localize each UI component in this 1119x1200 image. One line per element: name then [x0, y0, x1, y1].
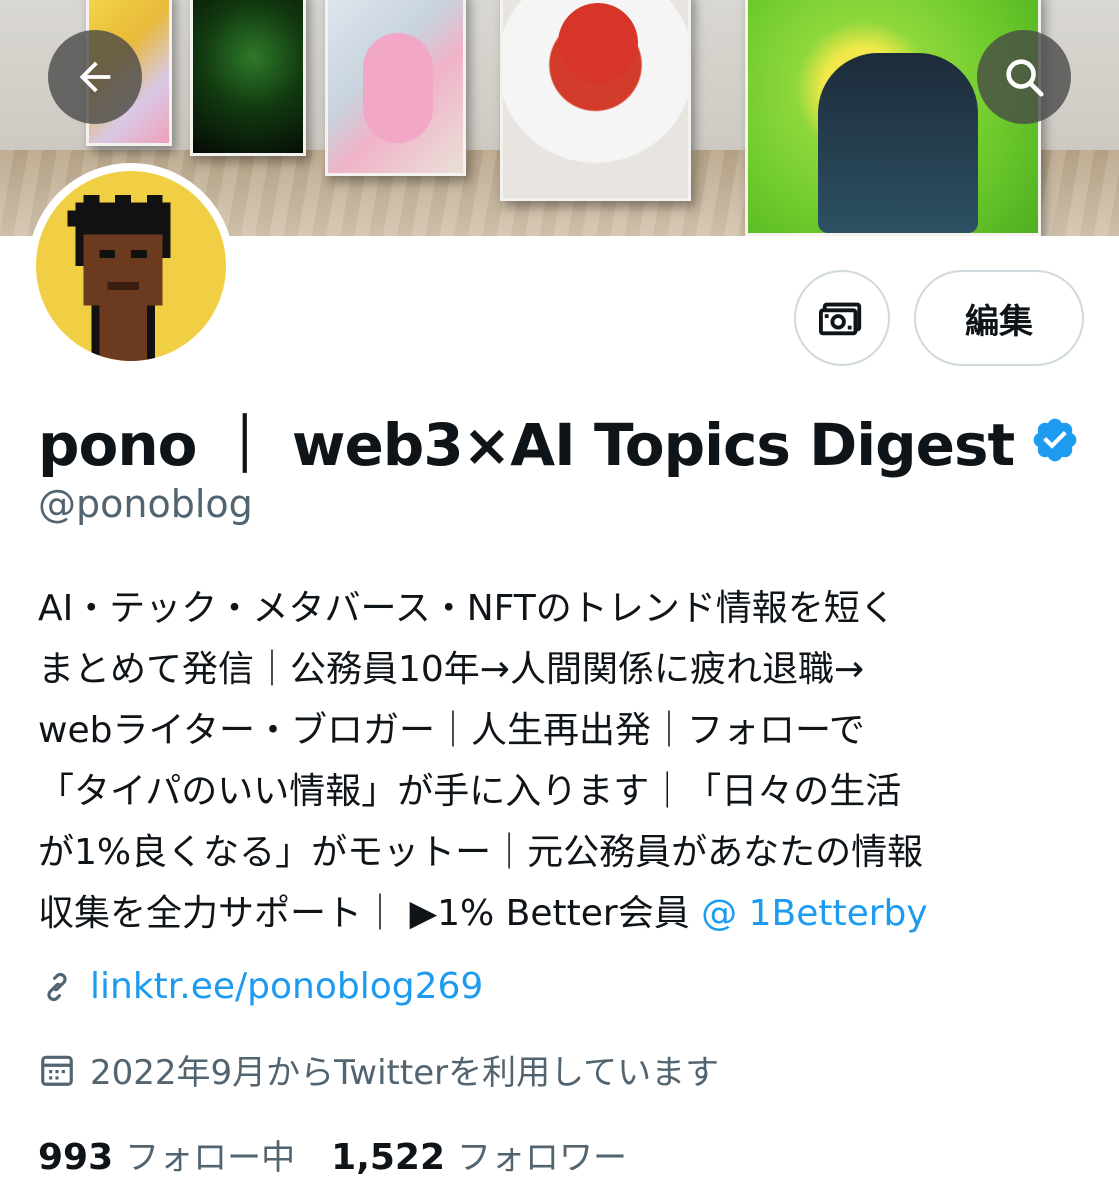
mention-link[interactable]: @ 1Betterby [701, 893, 928, 934]
banner-artwork-3 [325, 0, 466, 176]
joined-date-text: 2022年9月からTwitterを利用しています [90, 1053, 720, 1093]
arrow-left-icon [79, 61, 111, 93]
money-icon [819, 302, 862, 336]
search-button[interactable] [977, 30, 1071, 124]
display-name: pono ｜ web3×AI Topics Digest [38, 411, 1015, 479]
tip-button[interactable] [794, 270, 890, 366]
follow-stats: 993 フォロー中 1,522 フォロワー [38, 1130, 627, 1179]
edit-profile-button[interactable]: 編集 [914, 270, 1084, 366]
user-handle: @ponoblog [38, 482, 253, 526]
following-count: 993 [38, 1137, 114, 1178]
display-name-row: pono ｜ web3×AI Topics Digest [38, 398, 1080, 482]
joined-date-row: 2022年9月からTwitterを利用しています [38, 1045, 719, 1094]
bio-line: AI・テック・メタバース・NFTのトレンド情報を短く [38, 588, 896, 629]
search-icon [1006, 59, 1044, 97]
back-button[interactable] [48, 30, 142, 124]
followers-count: 1,522 [331, 1137, 446, 1178]
edit-profile-label: 編集 [965, 301, 1033, 342]
profile-link-row: linktr.ee/ponoblog269 [38, 966, 483, 1007]
avatar[interactable] [28, 163, 234, 369]
link-icon [47, 972, 67, 1001]
following-label: フォロー中 [125, 1138, 296, 1178]
banner-artwork-2 [190, 0, 306, 156]
bio-line: まとめて発信｜公務員10年→人間関係に疲れ退職→ [38, 649, 865, 690]
bio-line: 「タイパのいい情報」が手に入ります｜「日々の生活 [38, 771, 902, 812]
banner-character-figure [818, 53, 978, 233]
profile-website-link[interactable]: linktr.ee/ponoblog269 [90, 966, 483, 1007]
bio-line-text: 収集を全力サポート｜ ▶1% Better会員 [38, 893, 702, 934]
calendar-icon [41, 1055, 73, 1086]
banner-artwork-5 [745, 0, 1041, 236]
followers-stat[interactable]: 1,522 フォロワー [331, 1130, 627, 1179]
bio-line-last: 収集を全力サポート｜ ▶1% Better会員 @ 1Betterby [38, 883, 1088, 944]
banner-face-figure [558, 3, 638, 83]
followers-label: フォロワー [457, 1138, 628, 1178]
following-stat[interactable]: 993 フォロー中 [38, 1130, 295, 1179]
banner-artwork-4 [500, 0, 691, 201]
bio-line: が1%良くなる」がモットー｜元公務員があなたの情報 [38, 832, 924, 873]
banner-bunny-figure [363, 33, 433, 143]
verified-badge-icon[interactable] [1030, 415, 1080, 465]
profile-bio: AI・テック・メタバース・NFTのトレンド情報を短く まとめて発信｜公務員10年… [38, 578, 1088, 944]
avatar-image [36, 171, 226, 361]
bio-line: webライター・ブロガー｜人生再出発｜フォローで [38, 710, 865, 751]
